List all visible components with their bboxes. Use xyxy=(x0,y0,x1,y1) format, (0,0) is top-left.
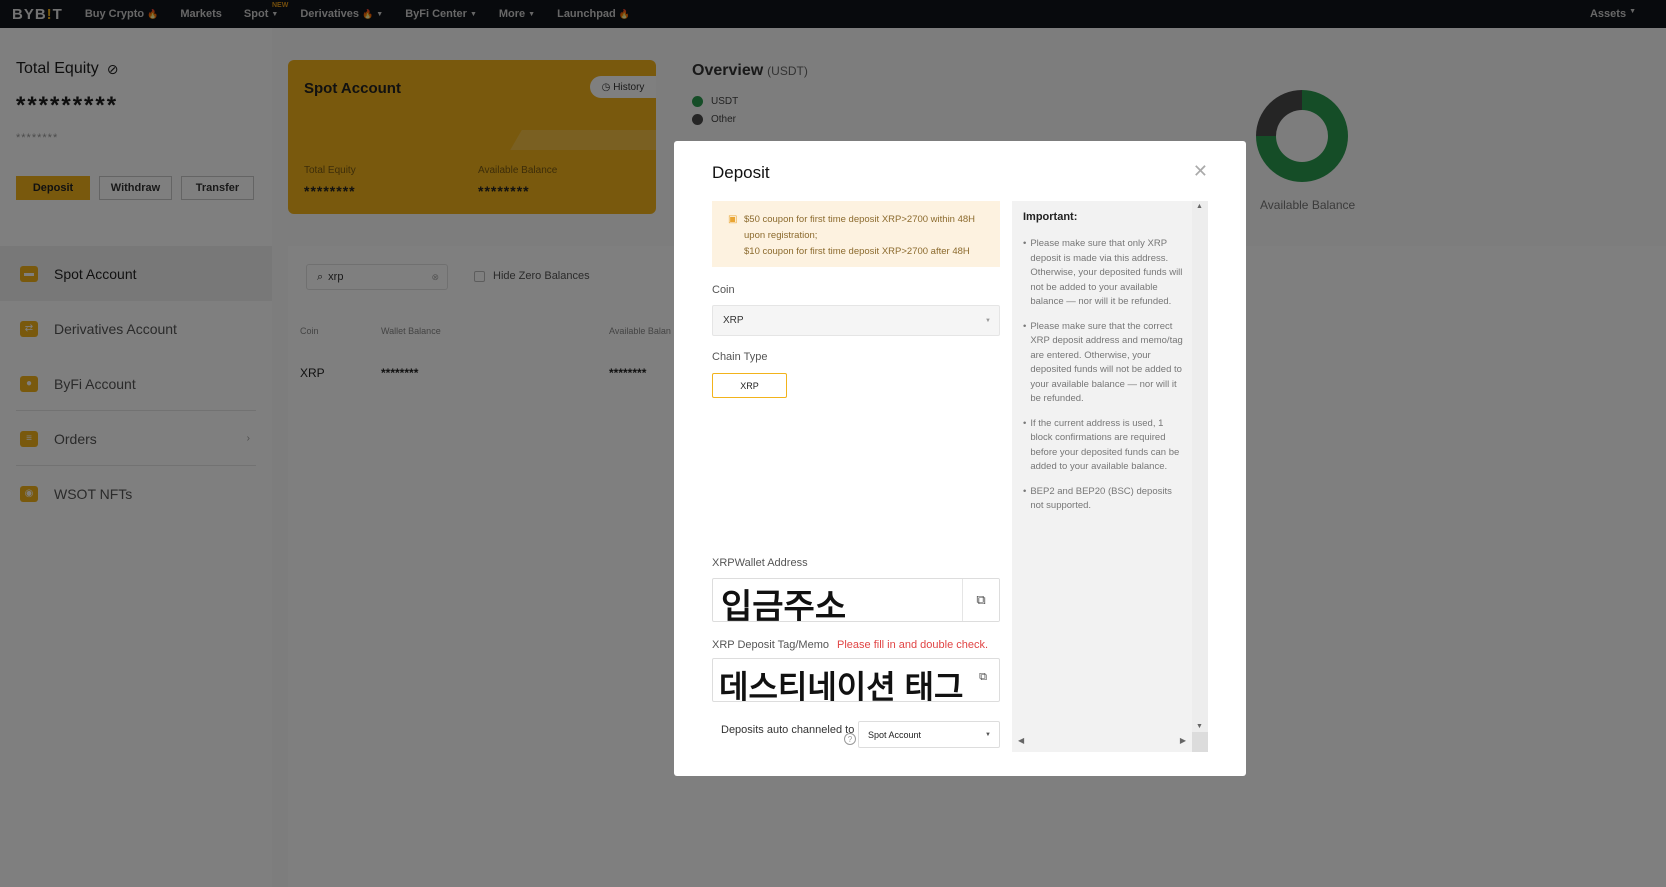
deposit-tag-label: XRP Deposit Tag/Memo xyxy=(712,639,829,651)
wallet-address-label: XRPWallet Address xyxy=(712,557,808,569)
auto-channel-label: Deposits auto channeled to xyxy=(721,724,855,736)
coin-label: Coin xyxy=(712,284,735,296)
scroll-right-icon[interactable]: ▶ xyxy=(1180,736,1186,745)
scrollbar-corner xyxy=(1192,732,1208,752)
gift-icon: ▣ xyxy=(728,214,738,225)
help-icon[interactable]: ? xyxy=(844,733,856,745)
auto-channel-select[interactable]: Spot Account ▼ xyxy=(858,721,1000,748)
promo-banner: ▣ $50 coupon for first time deposit XRP>… xyxy=(712,201,1000,267)
chevron-down-icon: ▼ xyxy=(985,317,991,324)
copy-icon[interactable]: ⧉ xyxy=(962,579,999,621)
chain-type-label: Chain Type xyxy=(712,351,768,363)
deposit-modal: Deposit ✕ ▣ $50 coupon for first time de… xyxy=(674,141,1246,776)
vertical-scrollbar[interactable]: ▲ ▼ xyxy=(1192,201,1208,732)
close-icon[interactable]: ✕ xyxy=(1193,161,1208,182)
important-item: • Please make sure that only XRP deposit … xyxy=(1023,238,1183,307)
chain-type-xrp-button[interactable]: XRP xyxy=(712,373,787,398)
wallet-address-field[interactable]: 입금주소 ⧉ xyxy=(712,578,1000,622)
important-item: • If the current address is used, 1 block… xyxy=(1023,417,1180,473)
copy-icon[interactable]: ⧉ xyxy=(979,671,987,684)
horizontal-scrollbar[interactable]: ◀ ▶ xyxy=(1012,732,1192,752)
important-list: • Please make sure that only XRP deposit … xyxy=(1023,237,1183,524)
tag-warning: Please fill in and double check. xyxy=(837,639,989,651)
important-title: Important: xyxy=(1023,211,1078,223)
deposit-tag-field[interactable]: 데스티네이션 태그 ⧉ xyxy=(712,658,1000,702)
wallet-address-value: 입금주소 xyxy=(721,588,847,622)
scroll-down-icon[interactable]: ▼ xyxy=(1196,723,1203,730)
deposit-tag-value: 데스티네이션 태그 xyxy=(719,669,964,702)
coin-select[interactable]: XRP ▼ xyxy=(712,305,1000,336)
scroll-up-icon[interactable]: ▲ xyxy=(1196,203,1203,210)
important-panel: Important: • Please make sure that only X… xyxy=(1012,201,1208,752)
important-item: • Please make sure that the correct XRP d… xyxy=(1023,320,1183,405)
modal-title: Deposit xyxy=(712,163,770,182)
important-item: • BEP2 and BEP20 (BSC) deposits not suppo… xyxy=(1023,485,1172,512)
chevron-down-icon: ▼ xyxy=(985,731,991,738)
scroll-left-icon[interactable]: ◀ xyxy=(1018,736,1024,745)
